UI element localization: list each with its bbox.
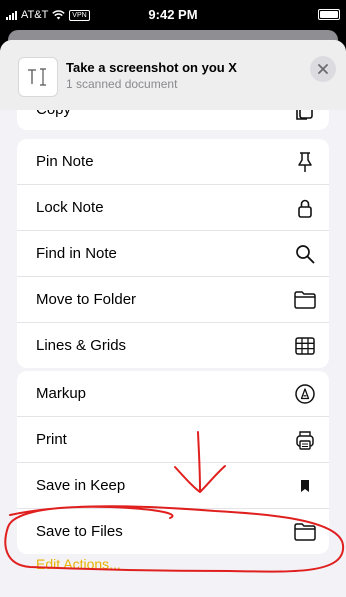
action-label: Save to Files	[36, 523, 123, 540]
close-button[interactable]	[310, 56, 336, 82]
action-row-lines-grids[interactable]: Lines & Grids	[17, 323, 329, 368]
document-thumbnail	[18, 57, 58, 97]
actions-group-1: Pin Note Lock Note Find in Note Move to …	[17, 139, 329, 368]
markup-icon	[293, 382, 317, 406]
pin-icon	[293, 150, 317, 174]
action-label: Pin Note	[36, 153, 94, 170]
share-sheet: Take a screenshot on you X 1 scanned doc…	[0, 40, 346, 597]
share-sheet-header: Take a screenshot on you X 1 scanned doc…	[0, 40, 346, 110]
action-row-lock-note[interactable]: Lock Note	[17, 185, 329, 231]
action-row-print[interactable]: Print	[17, 417, 329, 463]
action-label: Markup	[36, 385, 87, 402]
action-label: Lines & Grids	[36, 337, 127, 354]
lock-icon	[293, 196, 317, 220]
document-title: Take a screenshot on you X	[66, 60, 237, 75]
action-row-save-in-keep[interactable]: Save in Keep	[17, 463, 329, 509]
document-subtitle: 1 scanned document	[66, 77, 178, 91]
action-label: Save in Keep	[36, 477, 126, 494]
folder-icon	[293, 288, 317, 312]
action-row-find-in-note[interactable]: Find in Note	[17, 231, 329, 277]
action-row-markup[interactable]: Markup	[17, 371, 329, 417]
status-time: 9:42 PM	[148, 7, 198, 22]
battery-icon	[318, 9, 340, 20]
close-icon	[318, 64, 328, 74]
action-row-move-to-folder[interactable]: Move to Folder	[17, 277, 329, 323]
action-row-pin-note[interactable]: Pin Note	[17, 139, 329, 185]
bookmark-icon	[293, 474, 317, 498]
action-label: Lock Note	[36, 199, 104, 216]
search-icon	[293, 242, 317, 266]
action-label: Find in Note	[36, 245, 117, 262]
action-row-save-to-files[interactable]: Save to Files	[17, 509, 329, 554]
print-icon	[293, 428, 317, 452]
action-label: Print	[36, 431, 67, 448]
actions-group-2: Markup Print Save in Keep Save to Files	[17, 371, 329, 554]
edit-actions-link[interactable]: Edit Actions...	[36, 556, 121, 572]
folder-icon	[293, 520, 317, 544]
status-bar: AT&T VPN 9:42 PM	[0, 0, 346, 30]
grid-icon	[293, 334, 317, 358]
text-cursor-icon	[28, 68, 46, 86]
action-label: Move to Folder	[36, 291, 137, 308]
